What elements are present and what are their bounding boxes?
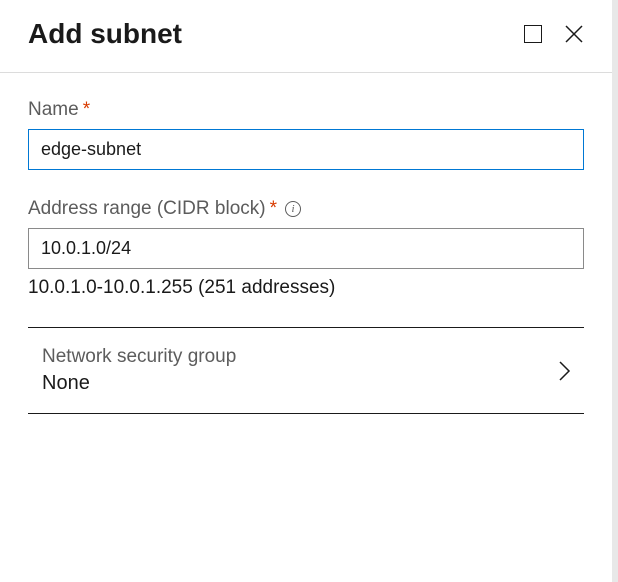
panel-content: Name * Address range (CIDR block) * i 10… (0, 73, 612, 414)
name-field-group: Name * (28, 99, 584, 170)
address-range-field-group: Address range (CIDR block) * i 10.0.1.0-… (28, 198, 584, 299)
name-label-row: Name * (28, 99, 584, 121)
nsg-label: Network security group (42, 346, 236, 368)
info-icon[interactable]: i (285, 201, 301, 217)
address-range-label-row: Address range (CIDR block) * i (28, 198, 584, 220)
panel-header: Add subnet (0, 0, 612, 73)
header-actions (524, 24, 584, 44)
close-icon[interactable] (564, 24, 584, 44)
nsg-value: None (42, 372, 236, 395)
name-label: Name (28, 99, 79, 121)
chevron-right-icon (558, 359, 572, 383)
nsg-nav-item[interactable]: Network security group None (28, 328, 584, 414)
maximize-icon[interactable] (524, 25, 542, 43)
required-indicator: * (270, 198, 277, 220)
required-indicator: * (83, 99, 90, 121)
address-range-input[interactable] (28, 228, 584, 269)
address-range-helper: 10.0.1.0-10.0.1.255 (251 addresses) (28, 277, 584, 299)
nsg-text: Network security group None (42, 346, 236, 395)
address-range-label: Address range (CIDR block) (28, 198, 266, 220)
name-input[interactable] (28, 129, 584, 170)
panel-title: Add subnet (28, 18, 182, 50)
